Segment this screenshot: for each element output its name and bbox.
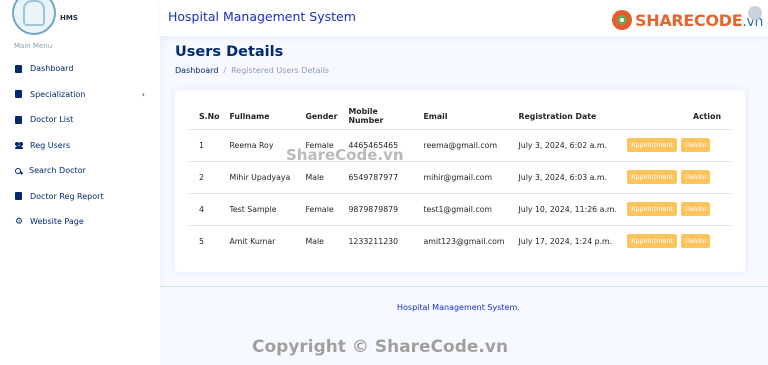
sidebar-item-label: Specialization: [30, 89, 86, 99]
brand-name: HMS: [60, 14, 78, 22]
appointment-button[interactable]: Appointment: [626, 202, 678, 216]
cell-fullname: Mihir Upadyaya: [219, 161, 296, 194]
sidebar-item-search-doctor[interactable]: Search Doctor: [0, 158, 160, 184]
chevron-right-icon[interactable]: ›: [142, 90, 145, 99]
sharecode-watermark-logo: SHARECODE.vn: [612, 10, 763, 30]
cell-registration-date: July 3, 2024, 6:03 a.m.: [508, 161, 617, 194]
cell-gender: Male: [295, 161, 339, 194]
users-card: S.No Fullname Gender Mobile Number Email…: [175, 90, 745, 272]
sidebar-item-dashboard[interactable]: Dashboard: [0, 56, 160, 82]
cell-sno: 2: [189, 161, 220, 194]
hospital-logo-icon: [12, 0, 56, 35]
cell-registration-date: July 17, 2024, 1:24 p.m.: [518, 236, 613, 246]
cell-action: Appointment Delete: [616, 193, 731, 226]
column-header-email: Email: [413, 104, 509, 130]
file-icon: [15, 115, 22, 124]
cell-fullname: Test Sample: [219, 193, 296, 226]
sidebar-item-label: Reg Users: [30, 140, 71, 150]
delete-button[interactable]: Delete: [681, 170, 711, 184]
column-header-gender: Gender: [295, 104, 339, 130]
breadcrumb-separator: /: [223, 66, 227, 75]
cell-action: Appointment Delete: [616, 161, 731, 194]
table-row: 4 Test Sample Female 9879879879 test1@gm…: [189, 193, 731, 226]
people-icon: [15, 141, 23, 150]
cell-gender: Female: [295, 193, 339, 226]
delete-button[interactable]: Delete: [681, 138, 711, 152]
sharecode-logo-icon: [612, 10, 632, 30]
cell-sno: 4: [189, 193, 220, 226]
cell-fullname: Reema Roy: [219, 129, 296, 162]
cell-email: reema@gmail.com: [413, 129, 509, 162]
brand[interactable]: HMS: [0, 0, 160, 36]
sidebar-item-website-page[interactable]: ⚙ Website Page: [0, 209, 160, 235]
breadcrumb: Dashboard / Registered Users Details: [175, 66, 329, 75]
column-header-mobile: Mobile Number: [338, 104, 414, 130]
file-icon: [15, 192, 22, 201]
header-title[interactable]: Hospital Management System: [168, 9, 356, 24]
file-icon: [15, 90, 22, 99]
cell-email: amit123@gmail.com: [423, 236, 505, 246]
table-header-row: S.No Fullname Gender Mobile Number Email…: [189, 104, 731, 130]
table-row: 2 Mihir Upadyaya Male 6549787977 mihir@g…: [189, 161, 731, 194]
gear-icon: ⚙: [15, 216, 24, 227]
column-header-action: Action: [616, 104, 731, 130]
top-header: Hospital Management System SHARECODE.vn: [160, 0, 768, 36]
cell-mobile: 1233211230: [348, 236, 399, 246]
users-table: S.No Fullname Gender Mobile Number Email…: [189, 104, 731, 257]
sidebar-item-label: Doctor Reg Report: [30, 191, 104, 201]
sidebar-item-specialization[interactable]: Specialization ›: [0, 82, 160, 108]
sidebar-nav: Dashboard Specialization › Doctor List R…: [0, 56, 160, 235]
sidebar-item-label: Dashboard: [30, 64, 74, 74]
sidebar: HMS Main Menu Dashboard Specialization ›…: [0, 0, 160, 365]
delete-button[interactable]: Delete: [681, 234, 711, 249]
footer-text: Hospital Management System.: [397, 303, 520, 312]
delete-button[interactable]: Delete: [681, 202, 711, 216]
appointment-button[interactable]: Appointment: [626, 170, 678, 184]
column-header-fullname: Fullname: [219, 104, 296, 130]
cell-registration-date: July 10, 2024, 11:26 a.m.: [508, 193, 617, 226]
cell-email: mihir@gmail.com: [413, 161, 509, 194]
file-icon: [15, 64, 22, 73]
watermark-center: ShareCode.vn: [286, 146, 404, 164]
table-row: 1 Reema Roy Female 4465465465 reema@gmai…: [189, 129, 731, 162]
cell-gender: Male: [305, 236, 324, 246]
menu-heading: Main Menu: [14, 42, 53, 50]
cell-fullname: Amit Kumar: [229, 236, 276, 246]
cell-mobile: 6549787977: [338, 161, 414, 194]
sidebar-item-doctor-reg-report[interactable]: Doctor Reg Report: [0, 184, 160, 210]
cell-registration-date: July 3, 2024, 6:02 a.m.: [508, 129, 617, 162]
page-title: Users Details: [175, 44, 284, 60]
sidebar-item-label: Website Page: [30, 217, 84, 227]
column-header-sno: S.No: [189, 104, 220, 130]
watermark-copyright: Copyright © ShareCode.vn: [252, 337, 509, 357]
table-row: 5 Amit Kumar Male 1233211230 amit123@gma…: [189, 225, 731, 257]
breadcrumb-current: Registered Users Details: [231, 66, 330, 75]
cell-sno: 1: [189, 129, 220, 162]
sidebar-item-label: Search Doctor: [29, 166, 86, 176]
sharecode-logo-text: SHARECODE.vn: [635, 10, 764, 30]
avatar[interactable]: [748, 6, 762, 20]
column-header-registration-date: Registration Date: [508, 104, 617, 130]
cell-email: test1@gmail.com: [413, 193, 509, 226]
sidebar-item-reg-users[interactable]: Reg Users: [0, 133, 160, 159]
appointment-button[interactable]: Appointment: [626, 138, 678, 152]
search-icon: [15, 167, 21, 174]
cell-sno: 5: [199, 236, 204, 246]
sidebar-item-label: Doctor List: [30, 115, 74, 125]
cell-action: Appointment Delete: [616, 129, 731, 162]
breadcrumb-dashboard-link[interactable]: Dashboard: [175, 66, 218, 75]
sidebar-item-doctor-list[interactable]: Doctor List: [0, 107, 160, 133]
cell-mobile: 9879879879: [338, 193, 414, 226]
appointment-button[interactable]: Appointment: [626, 234, 678, 249]
cell-action: Appointment Delete: [617, 225, 731, 257]
